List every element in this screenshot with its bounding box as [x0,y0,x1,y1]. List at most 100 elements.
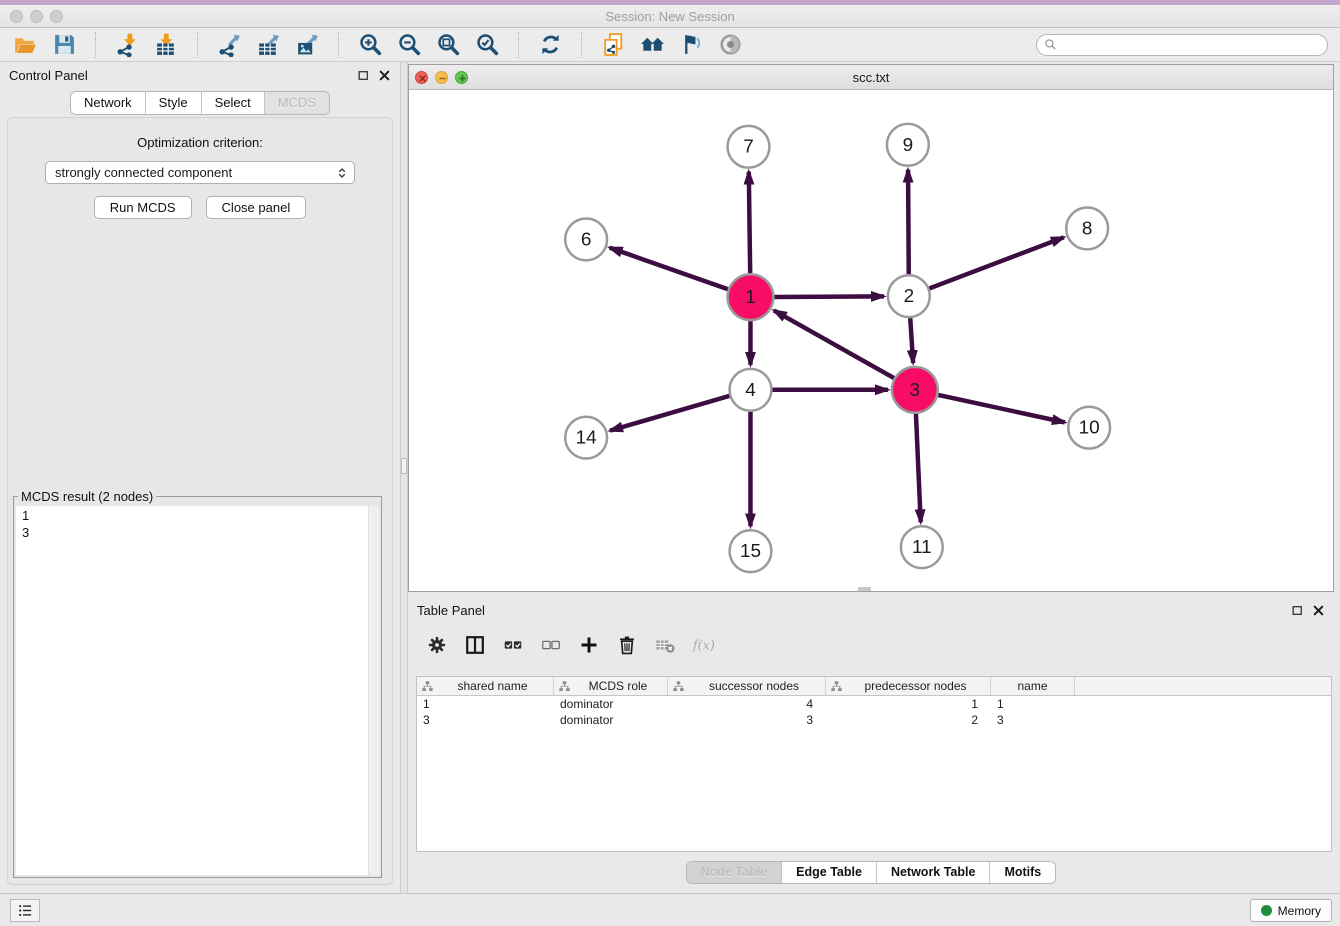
tab-mcds[interactable]: MCDS [265,92,329,114]
task-history-button[interactable] [10,899,40,922]
table-cell[interactable]: 1 [417,696,554,712]
mcds-result-text[interactable]: 1 3 [16,506,367,875]
tab-style[interactable]: Style [146,92,202,114]
tab-select[interactable]: Select [202,92,265,114]
canvas-resize-handle[interactable] [858,587,871,591]
table-cell[interactable]: dominator [554,712,668,728]
run-mcds-button[interactable]: Run MCDS [94,196,192,219]
edge-1-7[interactable] [749,172,750,274]
node-3[interactable]: 3 [892,367,938,413]
toolbar-separator [197,32,198,58]
zoom-out-icon[interactable] [396,32,422,58]
float-panel-icon[interactable] [357,69,370,82]
criterion-dropdown[interactable]: strongly connected component [45,161,355,184]
column-header-MCDS-role[interactable]: MCDS role [554,677,668,695]
add-icon[interactable] [577,634,600,657]
result-scrollbar[interactable] [368,506,379,875]
table-cell[interactable]: 2 [826,712,991,728]
edge-3-1[interactable] [774,310,894,378]
mcds-result-title: MCDS result (2 nodes) [18,489,156,504]
node-14[interactable]: 14 [565,417,607,459]
tab-node-table[interactable]: Node Table [687,862,782,883]
import-table-icon[interactable] [153,32,179,58]
close-panel-icon[interactable] [1312,604,1325,617]
edge-2-8[interactable] [929,237,1063,288]
zoom-fit-icon[interactable] [435,32,461,58]
tab-motifs[interactable]: Motifs [990,862,1055,883]
zoom-in-icon[interactable] [357,32,383,58]
export-table-icon[interactable] [255,32,281,58]
node-6[interactable]: 6 [565,218,607,260]
table-cell[interactable]: 1 [991,696,1075,712]
tree-icon [558,680,571,693]
open-folder-icon[interactable] [12,32,38,58]
column-header-name[interactable]: name [991,677,1075,695]
edge-3-11[interactable] [916,414,921,523]
gear-icon[interactable] [425,634,448,657]
table-row[interactable]: 3dominator323 [417,712,1331,728]
clone-network-icon[interactable] [600,32,626,58]
table-cell[interactable]: 4 [668,696,826,712]
table-cell[interactable]: 3 [668,712,826,728]
tab-network[interactable]: Network [71,92,146,114]
column-header-shared-name[interactable]: shared name [417,677,554,695]
network-window-titlebar[interactable]: scc.txt [409,65,1333,90]
eye-icon[interactable] [717,32,743,58]
node-7[interactable]: 7 [728,126,770,168]
tab-network-table[interactable]: Network Table [877,862,991,883]
table-cell[interactable]: 3 [417,712,554,728]
search-input[interactable] [1061,38,1320,52]
export-image-icon[interactable] [294,32,320,58]
column-header-successor-nodes[interactable]: successor nodes [668,677,826,695]
split-columns-icon[interactable] [463,634,486,657]
svg-text:1: 1 [745,287,756,308]
close-panel-icon[interactable] [378,69,391,82]
node-9[interactable]: 9 [887,124,929,166]
deselect-all-icon[interactable] [539,634,562,657]
homes-icon[interactable] [639,32,665,58]
node-11[interactable]: 11 [901,526,943,568]
column-label: successor nodes [687,679,821,693]
search-box[interactable] [1036,34,1328,56]
trash-icon[interactable] [615,634,638,657]
toolbar-separator [338,32,339,58]
memory-button[interactable]: Memory [1250,899,1332,922]
svg-text:11: 11 [912,537,932,558]
table-cell[interactable]: 3 [991,712,1075,728]
refresh-icon[interactable] [537,32,563,58]
import-network-icon[interactable] [114,32,140,58]
float-panel-icon[interactable] [1291,604,1304,617]
column-header-predecessor-nodes[interactable]: predecessor nodes [826,677,991,695]
table-cell[interactable]: dominator [554,696,668,712]
network-window-title: scc.txt [409,70,1333,85]
table-row[interactable]: 1dominator411 [417,696,1331,712]
edge-2-3[interactable] [910,318,913,363]
control-panel-header: Control Panel [0,62,400,88]
table-panel: Table Panel f(x) shared nameMCDS rolesuc… [408,597,1334,893]
edge-2-9[interactable] [908,170,909,275]
edge-1-6[interactable] [610,248,728,290]
close-panel-button[interactable]: Close panel [206,196,307,219]
node-10[interactable]: 10 [1068,407,1110,449]
table-cell[interactable]: 1 [826,696,991,712]
node-8[interactable]: 8 [1066,208,1108,250]
splitter-handle[interactable] [401,458,407,474]
select-all-icon[interactable] [501,634,524,657]
tab-edge-table[interactable]: Edge Table [782,862,877,883]
node-2[interactable]: 2 [888,275,930,317]
network-canvas[interactable]: 1 2 3 4 6 7 8 9 10 11 14 15 [409,90,1333,591]
zoom-selected-icon[interactable] [474,32,500,58]
node-1[interactable]: 1 [728,274,774,320]
panel-splitter[interactable] [400,62,408,893]
save-icon[interactable] [51,32,77,58]
mcds-result-box: MCDS result (2 nodes) 1 3 [13,489,382,878]
edge-4-14[interactable] [610,396,729,431]
flag-icon[interactable] [678,32,704,58]
edge-3-10[interactable] [938,395,1065,422]
svg-text:9: 9 [903,135,914,156]
node-4[interactable]: 4 [730,369,772,411]
export-network-icon[interactable] [216,32,242,58]
node-15[interactable]: 15 [730,530,772,572]
status-bar: Memory [0,893,1340,926]
edge-1-2[interactable] [774,296,884,297]
